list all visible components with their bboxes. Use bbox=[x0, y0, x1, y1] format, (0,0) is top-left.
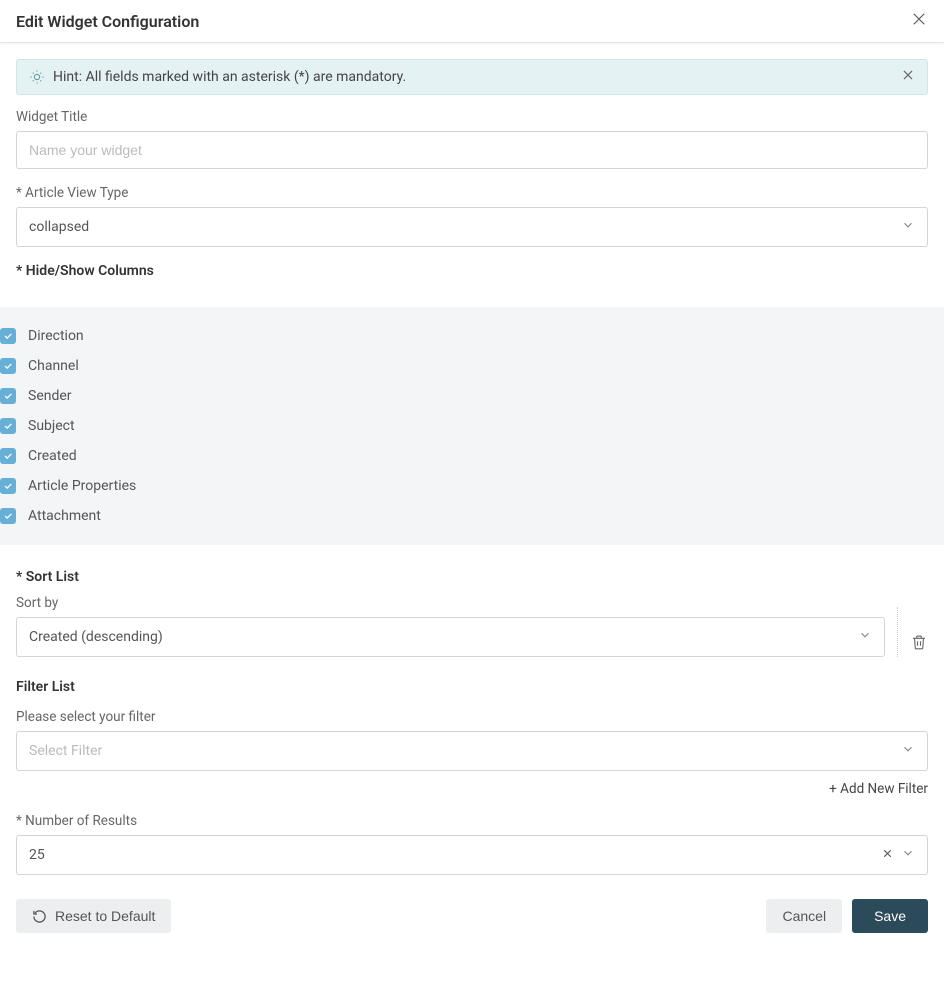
column-checkbox-attachment[interactable]: Attachment bbox=[0, 501, 944, 531]
close-icon bbox=[910, 10, 928, 28]
column-checkbox-sender[interactable]: Sender bbox=[0, 381, 944, 411]
results-value: 25 bbox=[29, 847, 45, 863]
chevron-down-icon bbox=[901, 846, 915, 864]
dismiss-hint-button[interactable] bbox=[901, 68, 915, 86]
filter-section-label: Filter List bbox=[16, 679, 928, 695]
checkbox-icon bbox=[0, 448, 16, 464]
results-label: * Number of Results bbox=[16, 813, 928, 829]
view-type-select[interactable]: collapsed bbox=[16, 207, 928, 247]
column-checkbox-channel[interactable]: Channel bbox=[0, 351, 944, 381]
columns-section-label: * Hide/Show Columns bbox=[16, 263, 928, 279]
checkbox-icon bbox=[0, 358, 16, 374]
checkbox-icon bbox=[0, 328, 16, 344]
close-dialog-button[interactable] bbox=[910, 10, 928, 32]
sort-section-label: * Sort List bbox=[16, 569, 928, 585]
trash-icon bbox=[910, 633, 928, 651]
checkbox-icon bbox=[0, 388, 16, 404]
column-checkbox-subject[interactable]: Subject bbox=[0, 411, 944, 441]
filter-placeholder: Select Filter bbox=[29, 743, 102, 759]
clear-results-button[interactable] bbox=[882, 847, 893, 863]
column-label: Article Properties bbox=[28, 478, 136, 494]
column-checkbox-article-properties[interactable]: Article Properties bbox=[0, 471, 944, 501]
hint-text: Hint: All fields marked with an asterisk… bbox=[53, 69, 406, 85]
view-type-label: * Article View Type bbox=[16, 185, 928, 201]
filter-select[interactable]: Select Filter bbox=[16, 731, 928, 771]
chevron-down-icon bbox=[858, 628, 872, 646]
cancel-button[interactable]: Cancel bbox=[766, 899, 842, 933]
checkbox-icon bbox=[0, 478, 16, 494]
column-checkbox-direction[interactable]: Direction bbox=[0, 321, 944, 351]
reset-button-label: Reset to Default bbox=[55, 908, 155, 924]
column-label: Subject bbox=[28, 418, 75, 434]
checkbox-icon bbox=[0, 418, 16, 434]
widget-title-input[interactable] bbox=[16, 131, 928, 169]
column-label: Direction bbox=[28, 328, 84, 344]
columns-panel: Direction Channel Sender Subject Created… bbox=[0, 307, 944, 545]
results-select[interactable]: 25 bbox=[16, 835, 928, 875]
sort-by-label: Sort by bbox=[16, 595, 885, 611]
chevron-down-icon bbox=[901, 742, 915, 760]
hint-banner: Hint: All fields marked with an asterisk… bbox=[16, 59, 928, 95]
reset-icon bbox=[32, 909, 47, 924]
sort-by-select[interactable]: Created (descending) bbox=[16, 617, 885, 657]
column-label: Channel bbox=[28, 358, 79, 374]
column-checkbox-created[interactable]: Created bbox=[0, 441, 944, 471]
checkbox-icon bbox=[0, 508, 16, 524]
column-label: Sender bbox=[28, 388, 72, 404]
sort-by-value: Created (descending) bbox=[29, 629, 163, 645]
filter-select-label: Please select your filter bbox=[16, 709, 928, 725]
dialog-title: Edit Widget Configuration bbox=[16, 12, 199, 31]
chevron-down-icon bbox=[901, 218, 915, 236]
remove-sort-button[interactable] bbox=[897, 607, 928, 657]
close-icon bbox=[901, 68, 915, 82]
column-label: Attachment bbox=[28, 508, 101, 524]
view-type-value: collapsed bbox=[29, 219, 89, 235]
lightbulb-icon bbox=[29, 69, 45, 85]
add-filter-link[interactable]: + Add New Filter bbox=[16, 781, 928, 797]
save-button[interactable]: Save bbox=[852, 899, 928, 933]
reset-button[interactable]: Reset to Default bbox=[16, 899, 171, 933]
widget-title-label: Widget Title bbox=[16, 109, 928, 125]
column-label: Created bbox=[28, 448, 77, 464]
